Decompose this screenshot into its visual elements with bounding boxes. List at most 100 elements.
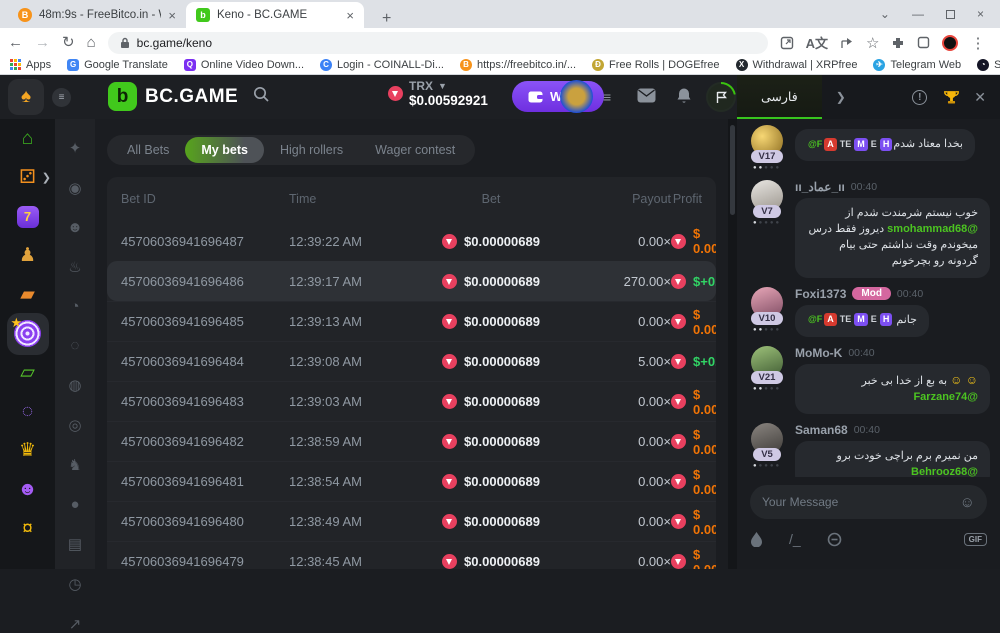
profile-avatar[interactable] — [942, 35, 958, 51]
table-row[interactable]: 4570603694169648212:38:59 AM$0.000006890… — [107, 421, 716, 461]
table-row[interactable]: 4570603694169648712:39:22 AM$0.000006890… — [107, 221, 716, 261]
bookmark-item[interactable]: ÐFree Rolls | DOGEfree — [592, 59, 719, 71]
address-bar[interactable]: bc.game/keno — [108, 32, 768, 54]
sidebar2-coins-icon[interactable]: ◎ — [68, 416, 81, 434]
sidebar-item-roulette[interactable]: ◌ — [0, 392, 55, 431]
sidebar2-egg-icon[interactable]: ◍ — [68, 376, 81, 394]
sidebar2-knight-icon[interactable]: ♞ — [68, 456, 81, 474]
sidebar2-wheel-icon[interactable]: ◌ — [71, 337, 80, 354]
quest-flag-icon[interactable] — [706, 82, 736, 112]
maximize-icon[interactable] — [946, 10, 955, 19]
bet-amount: $0.00000689 — [464, 234, 540, 249]
bet-id-cell: 45706036941696483 — [121, 394, 289, 409]
currency-selector[interactable]: TRX ▼ $0.00592921 — [388, 79, 488, 108]
table-row[interactable]: 4570603694169648312:39:03 AM$0.000006890… — [107, 381, 716, 421]
chat-message-input[interactable] — [762, 495, 952, 509]
translate-icon[interactable]: A文 — [806, 33, 828, 52]
reload-icon[interactable]: ↻ — [62, 35, 75, 50]
trophy-icon[interactable] — [943, 89, 960, 106]
window-close-icon[interactable]: × — [977, 7, 984, 21]
sidebar-item-keno-target[interactable]: ★ — [0, 314, 55, 353]
sidebar-item-coins-balance[interactable]: ¤ — [0, 509, 55, 548]
forward-icon[interactable]: → — [35, 35, 50, 50]
mention[interactable]: @Behrooz68 — [911, 466, 978, 478]
sidebar2-gorilla-icon[interactable]: ☻ — [67, 219, 83, 236]
username[interactable]: Foxi1373 — [795, 287, 846, 301]
mention[interactable]: @Farzane74 — [913, 391, 978, 403]
sidebar2-mines-icon[interactable]: ♨ — [68, 258, 81, 276]
spade-lobby-button[interactable]: ♠ — [8, 79, 44, 115]
bell-icon[interactable] — [676, 87, 692, 105]
rain-drop-icon[interactable] — [750, 531, 763, 547]
sidebar-item-social[interactable]: ☻ — [0, 470, 55, 509]
gif-icon[interactable]: GIF — [964, 533, 987, 546]
tip-coin-icon[interactable] — [827, 532, 842, 547]
bookmark-item[interactable]: ✈Telegram Web — [873, 59, 961, 71]
window-chevron-icon[interactable]: ⌄ — [880, 7, 890, 21]
minimize-icon[interactable]: — — [912, 7, 924, 21]
bookmark-item[interactable]: Bhttps://freebitco.in/... — [460, 59, 576, 71]
table-row[interactable]: 4570603694169648012:38:49 AM$0.000006890… — [107, 501, 716, 541]
user-avatar[interactable] — [560, 80, 593, 113]
table-row[interactable]: 4570603694169648612:39:17 AM$0.000006892… — [107, 261, 716, 301]
username[interactable]: MoMo-K — [795, 346, 842, 360]
bets-tab-wager-contest[interactable]: Wager contest — [359, 137, 471, 163]
sidebar2-fruit-icon[interactable]: ● — [70, 496, 79, 513]
browser-tab[interactable]: B48m:9s - FreeBitco.in - Win free × — [8, 2, 186, 28]
sidebar2-crash-icon[interactable]: ✦ — [69, 139, 82, 157]
tab-close-icon[interactable]: × — [168, 8, 176, 23]
bookmark-item[interactable]: Apps — [10, 59, 51, 71]
bets-tab-my-bets[interactable]: My bets — [185, 137, 264, 163]
collapse-menu-icon[interactable]: ≡ — [52, 88, 71, 107]
sidebar-item-originals[interactable]: ♟ — [0, 236, 55, 275]
kebab-menu-icon[interactable]: ⋮ — [970, 34, 985, 52]
mail-icon[interactable] — [637, 88, 656, 103]
bets-tab-all-bets[interactable]: All Bets — [111, 137, 185, 163]
share-icon[interactable] — [840, 36, 854, 50]
slash-command-icon[interactable]: /_ — [789, 531, 801, 547]
sidebar-item-racing-ticket[interactable]: ▱ — [0, 353, 55, 392]
table-row[interactable]: 4570603694169648412:39:08 AM$0.000006895… — [107, 341, 716, 381]
back-icon[interactable]: ← — [8, 35, 23, 50]
search-icon[interactable] — [252, 85, 270, 103]
bcgame-logo[interactable]: b BC.GAME — [108, 82, 238, 111]
open-media-icon[interactable] — [780, 36, 794, 50]
tab-close-icon[interactable]: × — [346, 8, 354, 23]
mention[interactable]: @smohammad68 — [887, 223, 978, 235]
chat-rules-icon[interactable]: ! — [912, 90, 927, 105]
bookmark-item[interactable]: QOnline Video Down... — [184, 59, 304, 71]
table-row[interactable]: 4570603694169648512:39:13 AM$0.000006890… — [107, 301, 716, 341]
sidebar2-plinko-icon[interactable]: ◔ — [70, 298, 79, 315]
bookmark-item[interactable]: GGoogle Translate — [67, 59, 168, 71]
table-row[interactable]: 4570603694169647912:38:45 AM$0.000006890… — [107, 541, 716, 569]
sidebar2-eightball-icon[interactable]: ◉ — [68, 179, 81, 197]
bookmark-item[interactable]: CLogin - COINALL-Di... — [320, 59, 444, 71]
username[interactable]: ıı_عماد_ıı — [795, 180, 845, 194]
chat-input-wrap[interactable]: ☺ — [750, 485, 987, 519]
extensions-icon[interactable] — [891, 36, 905, 50]
rank-list-icon[interactable]: ≡ — [603, 89, 611, 105]
sidebar2-cards-icon[interactable]: ▤ — [68, 535, 82, 553]
home-icon[interactable]: ⌂ — [87, 35, 96, 50]
chevron-right-icon[interactable]: ❯ — [836, 90, 846, 104]
username[interactable]: Saman68 — [795, 423, 848, 437]
chat-close-icon[interactable]: ✕ — [974, 89, 986, 106]
chat-language-tab[interactable]: فارسی — [737, 75, 822, 119]
sidebar-item-casino-dice[interactable]: ⚂❯ — [0, 158, 55, 197]
main-scrollbar[interactable] — [728, 119, 737, 569]
bookmark-star-icon[interactable]: ☆ — [866, 34, 879, 52]
sidebar-item-slots-seven[interactable]: 7 — [0, 197, 55, 236]
sidebar-item-vip-crown[interactable]: ♛ — [0, 431, 55, 470]
sidebar-item-lottery-tickets[interactable]: ▰ — [0, 275, 55, 314]
emoji-smiley-icon[interactable]: ☺ — [960, 494, 975, 511]
sidebar-item-home[interactable]: ⌂ — [0, 119, 55, 158]
sidebar2-rocket-icon[interactable]: ↗ — [69, 615, 82, 633]
bookmark-item[interactable]: ◔Speedtest by Ookla... — [977, 59, 1000, 71]
sidebar2-timer-icon[interactable]: ◷ — [68, 575, 81, 593]
browser-tab[interactable]: bKeno - BC.GAME× — [186, 2, 364, 28]
new-tab-button[interactable]: + — [374, 10, 399, 28]
bookmark-item[interactable]: XWithdrawal | XRPfree — [736, 59, 858, 71]
tab-search-icon[interactable] — [917, 36, 930, 49]
table-row[interactable]: 4570603694169648112:38:54 AM$0.000006890… — [107, 461, 716, 501]
bets-tab-high-rollers[interactable]: High rollers — [264, 137, 359, 163]
